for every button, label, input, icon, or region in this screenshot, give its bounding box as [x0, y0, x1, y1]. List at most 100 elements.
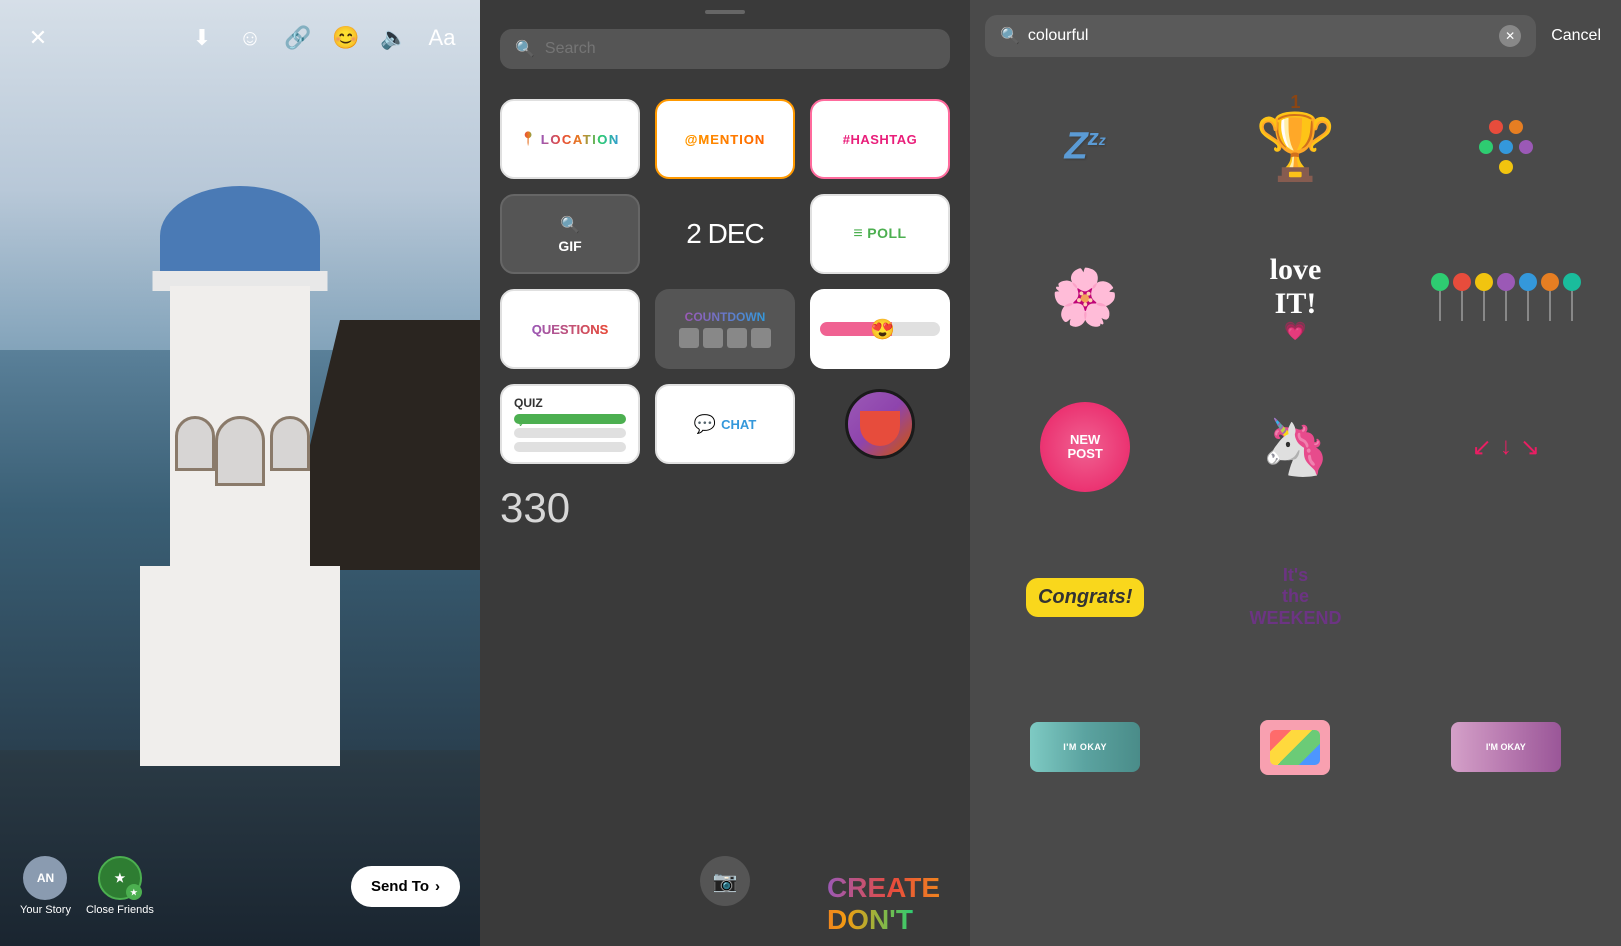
search-results-panel: 🔍 colourful ✕ Cancel Zzz 🏆 1 — [970, 0, 1621, 946]
search-box[interactable]: 🔍 colourful ✕ — [985, 15, 1536, 57]
roll2-graphic: I'M OKAY — [1451, 722, 1561, 772]
your-story-avatar: AN — [23, 856, 67, 900]
arrow-2: ↓ — [1500, 433, 1512, 461]
your-story-item[interactable]: AN Your Story — [20, 856, 71, 916]
arrows-sticker-result[interactable]: ↙ ↓ ↘ — [1406, 377, 1606, 517]
dot-yellow — [1499, 160, 1513, 174]
send-to-button[interactable]: Send To › — [351, 866, 460, 907]
questions-sticker[interactable]: QUESTIONS — [500, 289, 640, 369]
trophy-number: 1 — [1290, 92, 1300, 113]
sticker-grid: 📍 LOCATION @MENTION #HASHTAG 🔍 GIF 2 DEC… — [480, 84, 970, 479]
countdown-box-1 — [679, 328, 699, 348]
emoji-button[interactable]: ☺ — [232, 20, 268, 56]
poll-sticker[interactable]: ≡POLL — [810, 194, 950, 274]
chat-sticker[interactable]: 💬 CHAT — [655, 384, 795, 464]
create-dont-sticker[interactable]: CREATEDON'T — [827, 872, 940, 936]
text-button[interactable]: Aa — [424, 20, 460, 56]
weekend-sticker-result[interactable]: It's the WEEKEND — [1195, 527, 1395, 667]
countdown-box-4 — [751, 328, 771, 348]
dot-orange — [1509, 120, 1523, 134]
church-arch-right — [270, 416, 310, 471]
lollipop-6 — [1541, 273, 1559, 321]
link-button[interactable]: 🔗 — [280, 20, 316, 56]
arrow-3: ↘ — [1520, 433, 1540, 462]
sticker-search-input[interactable] — [545, 40, 935, 58]
close-button[interactable]: ✕ — [20, 20, 56, 56]
sticker-search-bar[interactable]: 🔍 — [500, 29, 950, 69]
location-sticker[interactable]: 📍 LOCATION — [500, 99, 640, 179]
congrats-graphic: Congrats! — [1026, 578, 1144, 617]
lollipop-3 — [1475, 273, 1493, 321]
church-arch-left — [175, 416, 215, 471]
hashtag-label: #HASHTAG — [843, 132, 918, 147]
mention-sticker[interactable]: @MENTION — [655, 99, 795, 179]
countdown-sticker[interactable]: COUNTDOWN — [655, 289, 795, 369]
new-post-line2: POST — [1067, 447, 1102, 461]
dot-purple — [1519, 140, 1533, 154]
countdown-label: COUNTDOWN — [685, 310, 766, 324]
love-it-sticker-result[interactable]: love IT! 💗 — [1195, 227, 1395, 367]
zzz-graphic: Zzz — [1065, 125, 1106, 169]
clear-search-button[interactable]: ✕ — [1499, 25, 1521, 47]
quiz-sticker[interactable]: QUIZ ✓ — [500, 384, 640, 464]
slider-sticker[interactable]: 😍 — [810, 289, 950, 369]
countdown-box-3 — [727, 328, 747, 348]
sticker-bottom-row: 330 📷 CREATEDON'T — [480, 479, 970, 537]
slider-emoji: 😍 — [870, 317, 895, 342]
chat-bubble-icon: 💬 — [694, 414, 716, 435]
audio-button[interactable]: 🔈 — [376, 20, 412, 56]
search-icon: 🔍 — [515, 39, 535, 59]
arrows-graphic: ↙ ↓ ↘ — [1472, 433, 1540, 462]
lollipops-sticker-result[interactable] — [1406, 227, 1606, 367]
voice-sticker[interactable] — [810, 384, 950, 464]
lollipop-5 — [1519, 273, 1537, 321]
it-text: IT! — [1270, 287, 1322, 321]
flower-graphic: 🌸 — [1051, 265, 1119, 330]
quiz-bar-3 — [514, 442, 626, 452]
date-sticker[interactable]: 2 DEC — [655, 194, 795, 274]
close-friends-label: Close Friends — [86, 904, 154, 916]
church-tower — [170, 286, 310, 586]
send-arrow-icon: › — [435, 878, 440, 895]
quiz-bar-1: ✓ — [514, 414, 626, 424]
church-body — [140, 566, 340, 766]
cancel-button[interactable]: Cancel — [1546, 27, 1606, 45]
download-button[interactable]: ⬇ — [184, 20, 220, 56]
flower-sticker-result[interactable]: 🌸 — [985, 227, 1185, 367]
poll-label: ≡POLL — [853, 225, 906, 243]
zzz-sticker-result[interactable]: Zzz — [985, 77, 1185, 217]
search-header: 🔍 colourful ✕ Cancel — [970, 0, 1621, 67]
rainbow-sticker-result[interactable]: 🦄 — [1195, 377, 1395, 517]
new-post-sticker-result[interactable]: NEW POST — [985, 377, 1185, 517]
empty-sticker-result — [1406, 527, 1606, 667]
hashtag-sticker[interactable]: #HASHTAG — [810, 99, 950, 179]
story-destinations: AN Your Story ★ ★ Close Friends — [20, 856, 154, 916]
camera-icon: 📷 — [700, 856, 750, 906]
lollipop-4 — [1497, 273, 1515, 321]
new-post-graphic: NEW POST — [1040, 402, 1130, 492]
voice-mouth-graphic — [845, 389, 915, 459]
congrats-sticker-result[interactable]: Congrats! — [985, 527, 1185, 667]
roll2-sticker-result[interactable]: I'M OKAY — [1406, 677, 1606, 817]
search-results-grid: Zzz 🏆 1 🌸 — [970, 67, 1621, 827]
close-friends-star: ★ — [126, 884, 142, 900]
voice-mouth-inner — [860, 411, 900, 446]
face-button[interactable]: 😊 — [328, 20, 364, 56]
lollipop-1 — [1431, 273, 1449, 321]
roll1-sticker-result[interactable]: I'M OKAY — [985, 677, 1185, 817]
palette-sticker-result[interactable] — [1195, 677, 1395, 817]
send-to-label: Send To — [371, 878, 429, 895]
palette-graphic — [1260, 720, 1330, 775]
close-friends-item[interactable]: ★ ★ Close Friends — [86, 856, 154, 916]
search-icon: 🔍 — [1000, 26, 1020, 46]
trophy-sticker-result[interactable]: 🏆 1 — [1195, 77, 1395, 217]
love-it-graphic: love IT! 💗 — [1270, 253, 1322, 342]
story-editor-panel: ✕ ⬇ ☺ 🔗 😊 🔈 Aa AN Your Story ★ ★ Close F… — [0, 0, 480, 946]
arrow-1: ↙ — [1472, 433, 1492, 462]
gif-sticker[interactable]: 🔍 GIF — [500, 194, 640, 274]
new-post-line1: NEW — [1070, 433, 1100, 447]
its-text: It's — [1249, 565, 1341, 587]
dots-sticker-result[interactable] — [1406, 77, 1606, 217]
partial-countdown-text: 330 — [500, 484, 570, 532]
church-arch-center — [215, 416, 265, 486]
